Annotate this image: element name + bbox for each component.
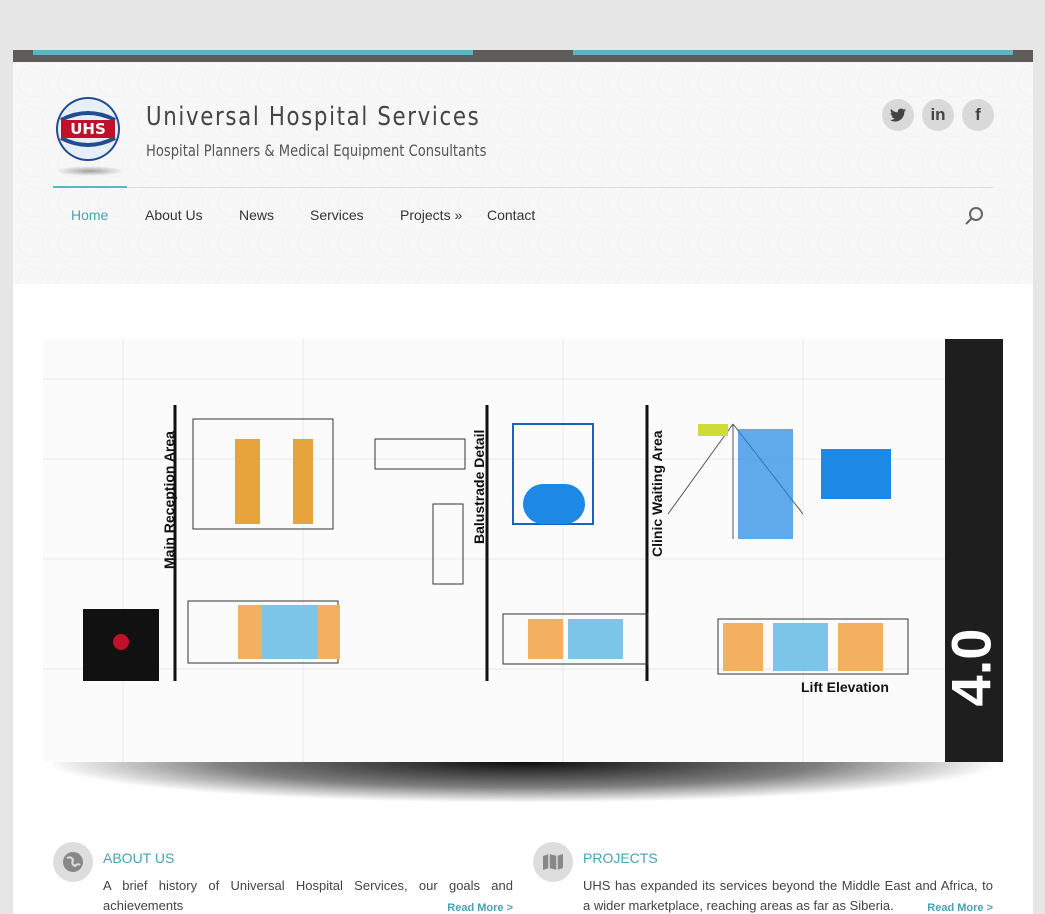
- feature-title[interactable]: ABOUT US: [103, 850, 174, 866]
- hero-slider[interactable]: Main Reception Area Balustrade Detail Cl…: [43, 339, 1003, 762]
- top-bar-accent-left: [33, 50, 473, 55]
- logo-shadow: [55, 166, 125, 176]
- nav-item-contact[interactable]: Contact: [487, 207, 535, 223]
- read-more-link[interactable]: Read More >: [447, 902, 513, 914]
- slider-sketch-art: [43, 339, 1003, 762]
- logo-text: UHS: [70, 120, 106, 138]
- top-bar-accent-right: [573, 50, 1013, 55]
- linkedin-icon[interactable]: in: [922, 99, 954, 131]
- nav-item-services[interactable]: Services: [310, 207, 364, 223]
- facebook-icon[interactable]: f: [962, 99, 994, 131]
- linkedin-glyph: in: [930, 105, 946, 124]
- facebook-glyph: f: [975, 105, 981, 124]
- nav-item-news[interactable]: News: [239, 207, 274, 223]
- twitter-icon[interactable]: [882, 99, 914, 131]
- uhs-logo[interactable]: UHS: [55, 96, 121, 162]
- map-icon: [533, 842, 573, 882]
- feature-title[interactable]: PROJECTS: [583, 850, 658, 866]
- slider-label-balustrade: Balustrade Detail: [471, 429, 487, 544]
- site-title[interactable]: Universal Hospital Services: [146, 102, 480, 132]
- slider-shadow: [53, 762, 993, 802]
- nav-item-home[interactable]: Home: [71, 207, 108, 223]
- header: UHS Universal Hospital Services Hospital…: [13, 62, 1033, 284]
- globe-icon: [53, 842, 93, 882]
- nav-item-projects[interactable]: Projects »: [400, 207, 462, 223]
- site-subtitle: Hospital Planners & Medical Equipment Co…: [146, 141, 487, 160]
- top-bar: [13, 50, 1033, 62]
- header-divider-accent: [53, 186, 127, 188]
- search-icon[interactable]: [963, 205, 985, 227]
- read-more-link[interactable]: Read More >: [927, 902, 993, 914]
- slider-label-main-reception: Main Reception Area: [161, 431, 177, 569]
- slider-version: 4.0: [939, 628, 1003, 707]
- slider-label-clinic-waiting: Clinic Waiting Area: [649, 430, 665, 557]
- nav-item-about-us[interactable]: About Us: [145, 207, 203, 223]
- header-divider: [53, 187, 993, 188]
- slider-label-lift-elevation: Lift Elevation: [801, 679, 889, 695]
- page-container: UHS Universal Hospital Services Hospital…: [13, 62, 1033, 914]
